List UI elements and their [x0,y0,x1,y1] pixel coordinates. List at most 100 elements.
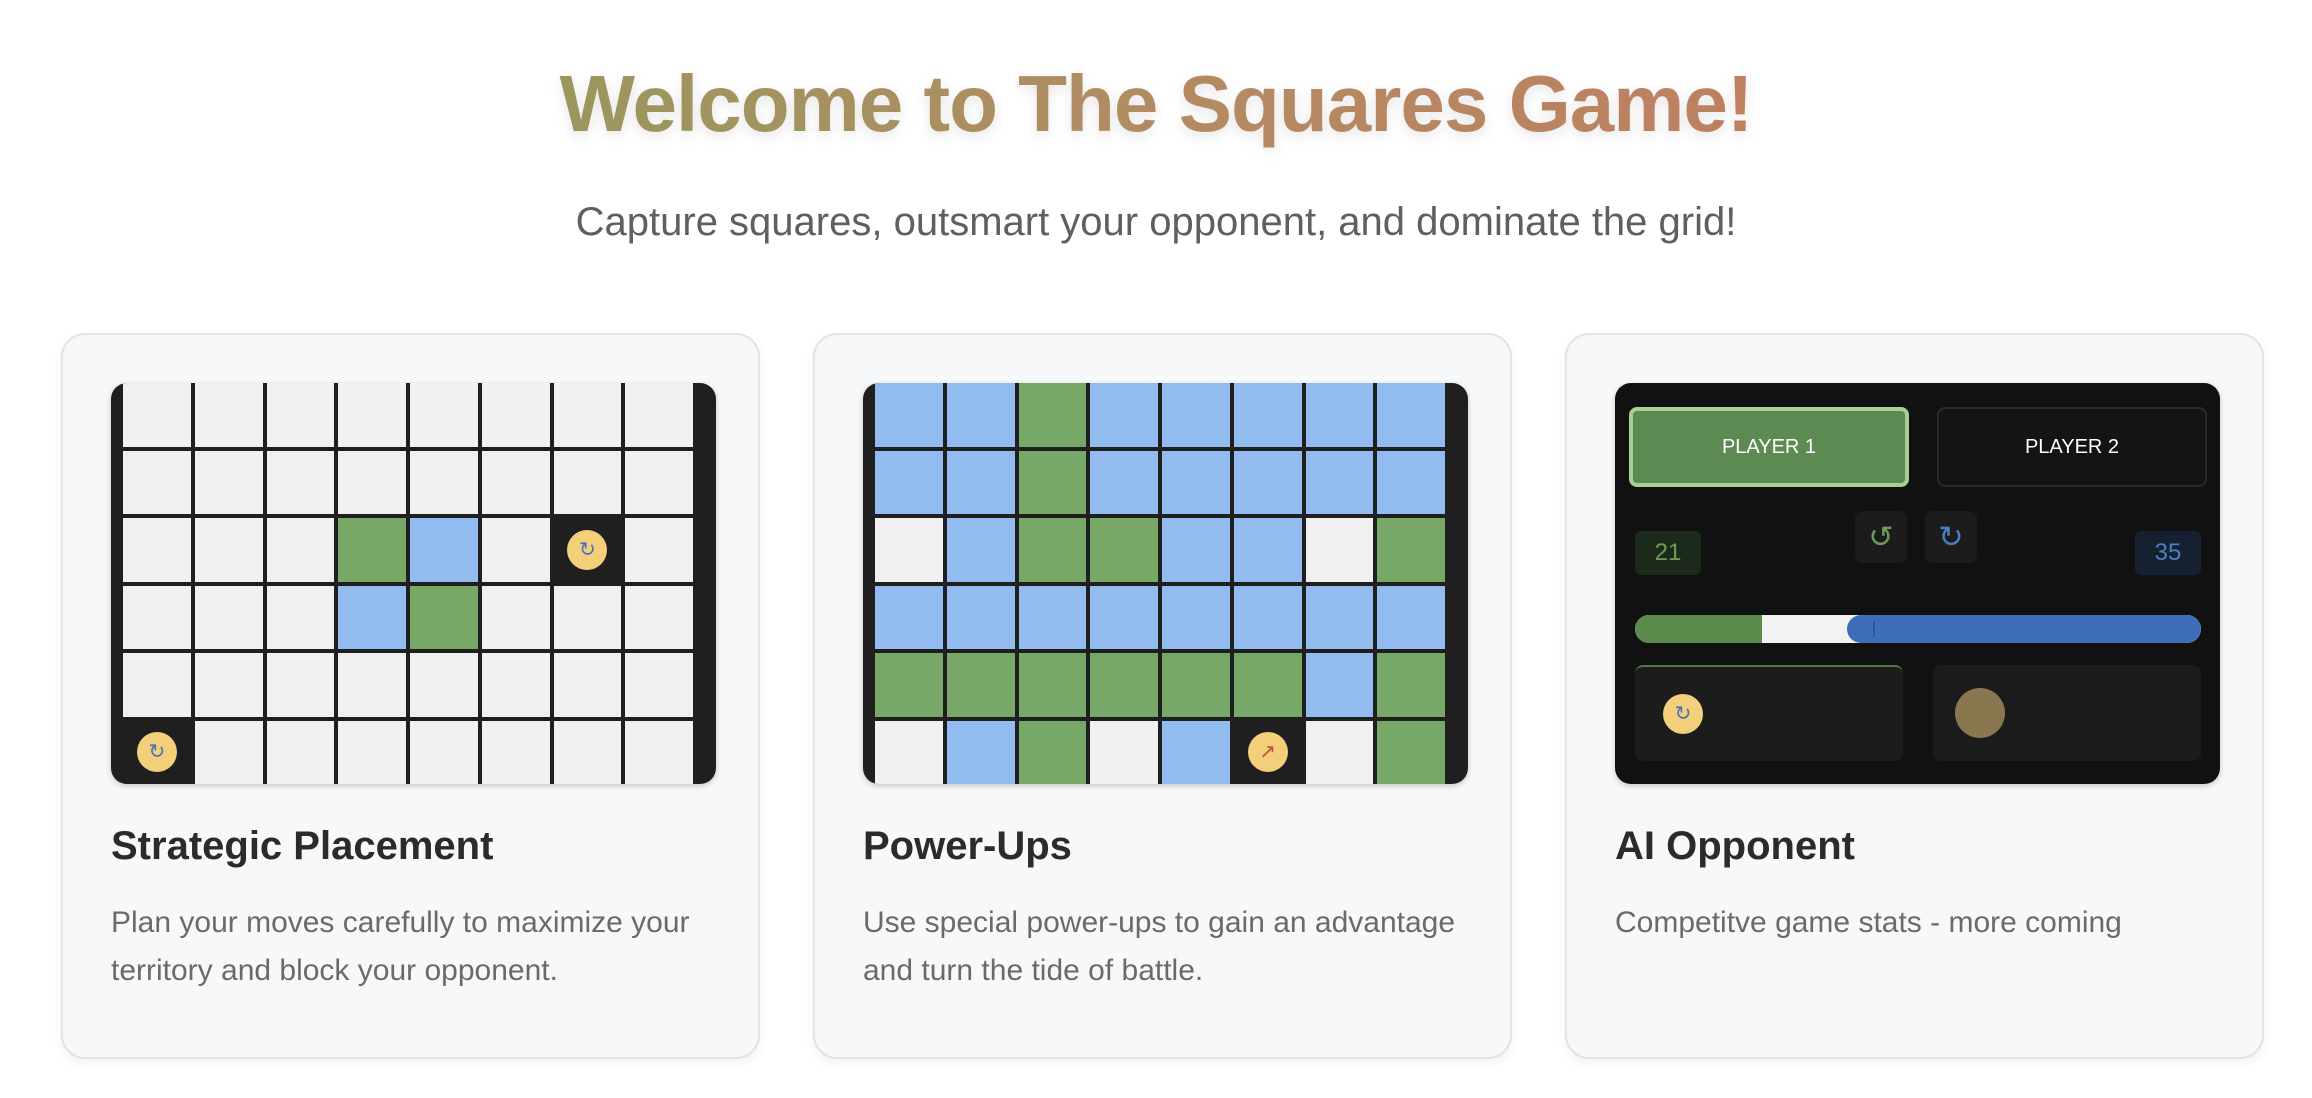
empty-cell[interactable] [194,585,263,649]
player-1-cell[interactable] [1090,518,1158,582]
player-2-cell[interactable] [1162,383,1230,447]
empty-cell[interactable] [194,653,263,717]
player-2-cell[interactable] [1305,653,1374,717]
player-2-cell[interactable] [1162,585,1230,649]
empty-cell[interactable] [625,585,693,649]
player-2-cell[interactable] [875,585,943,649]
empty-cell[interactable] [123,653,191,717]
empty-cell[interactable] [553,653,622,717]
player-2-cell[interactable] [1305,585,1374,649]
empty-cell[interactable] [266,383,335,447]
player-2-cell[interactable] [1090,585,1158,649]
player-2-cell[interactable] [338,585,406,649]
empty-cell[interactable] [1305,518,1374,582]
player-2-cell[interactable] [1162,450,1230,514]
empty-cell[interactable] [625,653,693,717]
empty-cell[interactable] [481,653,550,717]
empty-cell[interactable] [481,383,550,447]
empty-cell[interactable] [194,383,263,447]
empty-cell[interactable] [123,450,191,514]
empty-cell[interactable] [338,383,406,447]
player-2-cell[interactable] [1018,585,1087,649]
empty-cell[interactable] [481,518,550,582]
player-2-powerup-slot[interactable] [1933,665,2201,761]
player-2-cell[interactable] [1377,585,1445,649]
player-2-cell[interactable] [946,585,1015,649]
empty-cell[interactable] [123,585,191,649]
empty-cell[interactable] [481,585,550,649]
player-2-cell[interactable] [1090,450,1158,514]
player-2-cell[interactable] [1233,450,1302,514]
player-2-cell[interactable] [946,383,1015,447]
empty-cell[interactable] [338,720,406,784]
player-1-cell[interactable] [1018,383,1087,447]
player-2-cell[interactable] [1305,383,1374,447]
player-2-cell[interactable] [875,450,943,514]
empty-cell[interactable] [625,450,693,514]
rocket-icon[interactable]: ↗ [1247,732,1288,773]
empty-cell[interactable] [481,720,550,784]
player-1-cell[interactable] [946,653,1015,717]
player-1-cell[interactable] [1162,653,1230,717]
empty-cell[interactable] [266,585,335,649]
empty-cell[interactable] [266,653,335,717]
empty-cell[interactable] [481,450,550,514]
player-1-cell[interactable] [1018,450,1087,514]
empty-cell[interactable] [625,518,693,582]
redo-icon[interactable]: ↻ [1925,511,1977,563]
player-1-cell[interactable] [338,518,406,582]
empty-cell[interactable] [553,720,622,784]
player-1-cell[interactable] [1233,653,1302,717]
swap-icon[interactable]: ↻ [1663,694,1703,734]
empty-cell[interactable] [266,518,335,582]
empty-cell[interactable] [1305,720,1374,784]
player-1-cell[interactable] [1090,653,1158,717]
empty-cell[interactable] [194,450,263,514]
empty-cell[interactable] [875,518,943,582]
empty-cell[interactable] [625,720,693,784]
player-1-cell[interactable] [1018,653,1087,717]
empty-cell[interactable] [123,518,191,582]
player-2-cell[interactable] [946,518,1015,582]
player-1-cell[interactable] [1018,518,1087,582]
player-1-cell[interactable] [1377,518,1445,582]
player-2-cell[interactable] [1162,518,1230,582]
empty-cell[interactable] [194,720,263,784]
player-2-cell[interactable] [1233,585,1302,649]
swap-icon[interactable]: ↻ [136,732,177,773]
empty-cell[interactable] [553,585,622,649]
empty-cell[interactable] [410,383,478,447]
player-1-powerup-slot[interactable]: ↻ [1635,665,1903,761]
empty-cell[interactable] [410,653,478,717]
undo-icon[interactable]: ↺ [1855,511,1907,563]
player-2-cell[interactable] [946,450,1015,514]
player-2-cell[interactable] [1233,518,1302,582]
player-2-cell[interactable] [946,720,1015,784]
player-1-cell[interactable] [410,585,478,649]
player-2-cell[interactable] [1090,383,1158,447]
empty-cell[interactable] [553,450,622,514]
empty-cell[interactable] [553,383,622,447]
powerup-cell[interactable]: ↗ [1233,720,1302,784]
empty-cell[interactable] [123,383,191,447]
player-2-cell[interactable] [1305,450,1374,514]
empty-cell[interactable] [194,518,263,582]
player-1-button[interactable]: PLAYER 1 [1629,407,1909,487]
powerup-cell[interactable]: ↻ [123,720,191,784]
player-2-cell[interactable] [1377,383,1445,447]
swap-icon[interactable]: ↻ [567,529,608,570]
empty-cell[interactable] [266,450,335,514]
player-2-cell[interactable] [875,383,943,447]
player-1-cell[interactable] [1377,653,1445,717]
powerup-cell[interactable]: ↻ [553,518,622,582]
player-1-cell[interactable] [875,653,943,717]
empty-cell[interactable] [410,450,478,514]
empty-cell[interactable] [625,383,693,447]
empty-cell[interactable] [875,720,943,784]
empty-cell[interactable] [266,720,335,784]
player-1-cell[interactable] [1377,720,1445,784]
player-2-cell[interactable] [410,518,478,582]
empty-cell[interactable] [1090,720,1158,784]
empty-cell[interactable] [338,653,406,717]
player-2-cell[interactable] [1233,383,1302,447]
